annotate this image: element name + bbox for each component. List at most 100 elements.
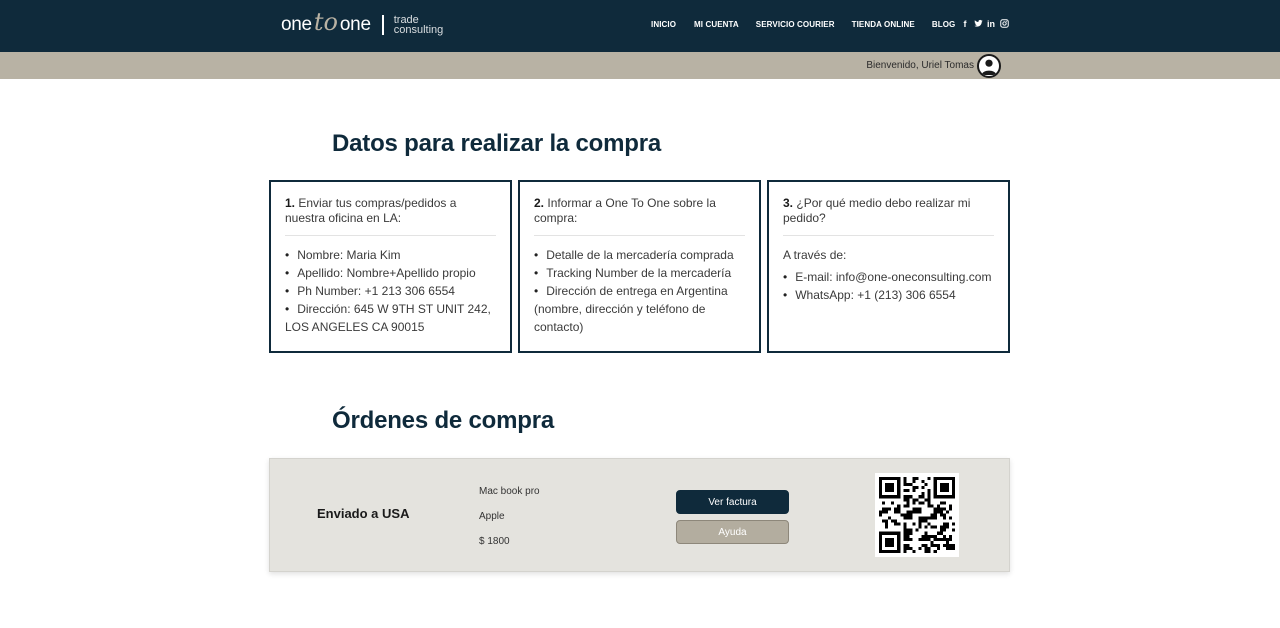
qr-module [939,513,943,517]
instagram-icon[interactable] [1000,19,1009,31]
nav-item-inicio[interactable]: INICIO [651,20,676,29]
list-item-text: Tracking Number de la mercadería [546,266,732,280]
qr-module [906,513,910,517]
qr-module [897,543,901,547]
qr-module [927,516,931,520]
contact-email[interactable]: E-mail: info@one-oneconsulting.com [795,270,991,284]
qr-module [933,534,937,538]
qr-module [891,483,895,487]
qr-module [906,546,910,550]
view-invoice-button[interactable]: Ver factura [676,490,789,514]
qr-module [906,543,910,547]
order-details: Mac book pro Apple $ 1800 [479,485,540,560]
qr-module [933,510,937,514]
nav-item-tienda-online[interactable]: TIENDA ONLINE [852,20,915,29]
qr-module [879,549,883,553]
linkedin-icon[interactable]: in [987,19,995,31]
qr-module [879,489,883,493]
qr-module [921,501,925,505]
qr-module [894,477,898,481]
qr-module [930,525,934,529]
brand-logo[interactable]: one to one trade consulting [281,8,454,42]
qr-module [933,543,937,547]
twitter-icon-glyph [974,19,983,27]
qr-module [918,510,922,514]
qr-module [924,516,928,520]
qr-module [924,498,928,502]
welcome-strip: Bienvenido, Uriel Tomas [0,52,1280,79]
qr-module [936,477,940,481]
qr-module [894,495,898,499]
qr-module [888,489,892,493]
qr-module [897,546,901,550]
qr-module [930,540,934,544]
nav-item-mi-cuenta[interactable]: MI CUENTA [694,20,739,29]
list-item-text: Nombre: Maria Kim [297,248,401,262]
qr-module [885,537,889,541]
facebook-icon[interactable]: f [961,19,969,31]
qr-module [933,516,937,520]
qr-module [921,534,925,538]
qr-module [885,489,889,493]
qr-module [879,477,883,481]
qr-module [879,495,883,499]
info-box-ship-to-office: 1. Enviar tus compras/pedidos a nuestra … [269,180,512,353]
user-avatar-icon[interactable] [977,54,1001,78]
info-box-heading-text: Informar a One To One sobre la compra: [534,196,716,225]
qr-module [912,498,916,502]
info-box-intro: A través de: [783,248,847,262]
qr-module [945,486,949,490]
nav-item-blog[interactable]: BLOG [932,20,956,29]
qr-module [909,516,913,520]
qr-module [936,546,940,550]
qr-module [885,510,889,514]
social-links: f in [961,19,1009,31]
nav-item-servicio-courier[interactable]: SERVICIO COURIER [756,20,835,29]
qr-module [879,540,883,544]
contact-whatsapp[interactable]: WhatsApp: +1 (213) 306 6554 [795,288,955,302]
qr-module [939,501,943,505]
qr-module [948,516,952,520]
qr-module [903,480,907,484]
qr-module [903,543,907,547]
order-brand: Apple [479,511,505,522]
qr-module [888,540,892,544]
qr-module [891,486,895,490]
list-item-text: Apellido: Nombre+Apellido propio [297,266,476,280]
list-item: • WhatsApp: +1 (213) 306 6554 [783,288,956,302]
info-box-list: • E-mail: info@one-oneconsulting.com • Wha… [783,268,994,304]
qr-module [939,510,943,514]
qr-module [879,486,883,490]
twitter-icon[interactable] [974,19,983,31]
logo-word-right: one [339,14,371,35]
help-button[interactable]: Ayuda [676,520,789,544]
qr-module [885,495,889,499]
list-item: • Detalle de la mercadería comprada [534,248,734,262]
list-item-text: Ph Number: +1 213 306 6554 [297,284,455,298]
qr-module [921,486,925,490]
qr-module [897,510,901,514]
qr-module [903,477,907,481]
list-item: • E-mail: info@one-oneconsulting.com [783,270,992,284]
qr-module [906,498,910,502]
qr-module [924,546,928,550]
qr-module [921,519,925,523]
qr-module [894,507,898,511]
qr-module [942,516,946,520]
logo-word-left: one [281,14,312,35]
qr-module [891,543,895,547]
list-item: • Nombre: Maria Kim [285,248,401,262]
logo-divider [381,15,384,35]
qr-module [939,507,943,511]
qr-module [951,543,955,547]
qr-module [948,495,952,499]
qr-module [909,513,913,517]
qr-module [930,534,934,538]
qr-code-icon[interactable] [875,473,959,557]
qr-module [921,543,925,547]
qr-module [882,507,886,511]
qr-module [903,516,907,520]
qr-module [906,516,910,520]
qr-module [951,522,955,526]
qr-module [912,501,916,505]
